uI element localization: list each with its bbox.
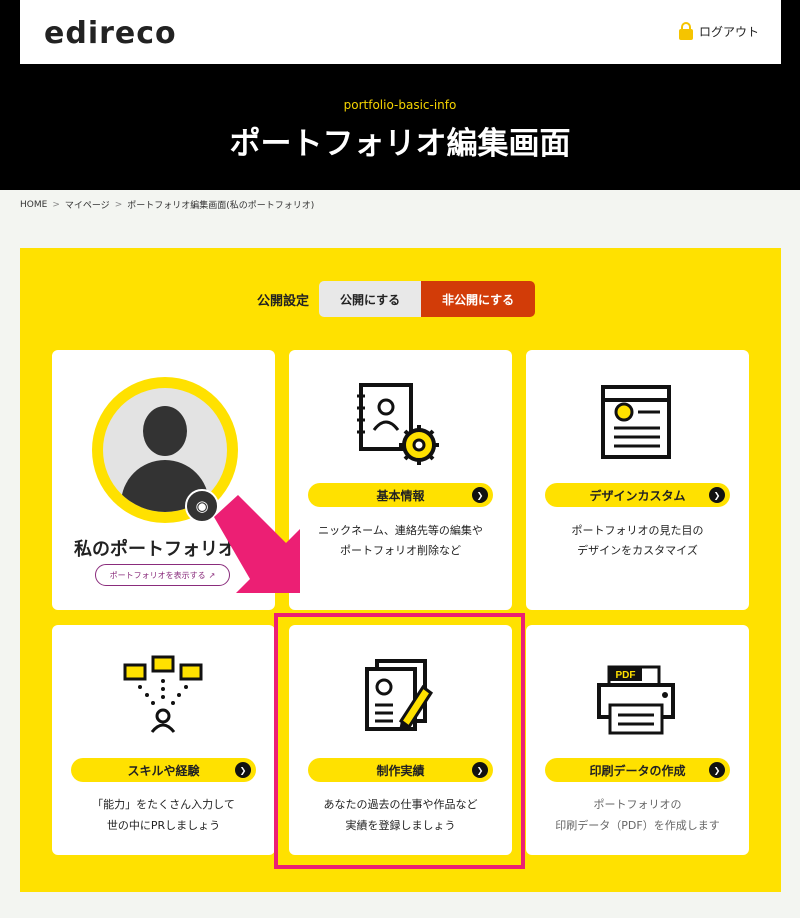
arrow-right-icon: ❯ bbox=[709, 487, 725, 503]
skills-desc-1: 「能力」をたくさん入力して bbox=[92, 798, 235, 811]
arrow-right-icon: ❯ bbox=[709, 762, 725, 778]
breadcrumb-mypage[interactable]: マイページ bbox=[65, 198, 110, 211]
basic-info-desc-1: ニックネーム、連絡先等の編集や bbox=[318, 524, 483, 537]
portfolio-title: 私のポートフォリオ bbox=[74, 539, 236, 560]
highlight-box bbox=[274, 613, 525, 869]
skills-desc-2: 世の中にPRしましょう bbox=[106, 819, 221, 832]
camera-icon[interactable]: ◉ bbox=[185, 489, 219, 523]
site-logo[interactable]: edireco bbox=[44, 16, 177, 51]
basic-info-button[interactable]: 基本情報 ❯ bbox=[308, 483, 493, 507]
profile-settings-icon bbox=[357, 383, 439, 465]
logout-link[interactable]: ログアウト bbox=[678, 22, 759, 40]
profile-card: ◉ 私のポートフォリオ ポートフォリオを表示する ↗ bbox=[52, 350, 275, 610]
design-page-icon bbox=[601, 385, 671, 459]
design-custom-desc-2: デザインをカスタマイズ bbox=[577, 544, 698, 557]
print-data-desc-1: ポートフォリオの bbox=[593, 798, 682, 811]
basic-info-label: 基本情報 bbox=[376, 488, 425, 503]
avatar-head bbox=[143, 406, 187, 456]
skills-label: スキルや経験 bbox=[127, 763, 200, 778]
print-data-label: 印刷データの作成 bbox=[589, 763, 686, 778]
print-data-button[interactable]: 印刷データの作成 ❯ bbox=[545, 758, 730, 782]
logout-label: ログアウト bbox=[698, 24, 759, 39]
arrow-right-icon: ❯ bbox=[235, 762, 251, 778]
card-skills[interactable]: スキルや経験 ❯ 「能力」をたくさん入力して 世の中にPRしましょう bbox=[52, 625, 275, 855]
private-button[interactable]: 非公開にする bbox=[421, 281, 536, 317]
page-subtitle: portfolio-basic-info bbox=[343, 98, 457, 112]
breadcrumb-separator: > bbox=[114, 199, 123, 210]
card-basic-info[interactable]: 基本情報 ❯ ニックネーム、連絡先等の編集や ポートフォリオ削除など bbox=[289, 350, 512, 610]
card-design-custom[interactable]: デザインカスタム ❯ ポートフォリオの見た目の デザインをカスタマイズ bbox=[526, 350, 749, 610]
public-button[interactable]: 公開にする bbox=[319, 281, 422, 317]
design-custom-label: デザインカスタム bbox=[589, 488, 686, 503]
page-header: edireco ログアウト portfolio-basic-info ポートフォ… bbox=[0, 0, 800, 190]
skills-button[interactable]: スキルや経験 ❯ bbox=[71, 758, 256, 782]
breadcrumb-home[interactable]: HOME bbox=[20, 200, 47, 210]
card-print-data[interactable]: PDF 印刷データの作成 ❯ ポートフォリオの 印刷データ（PDF）を作成します bbox=[526, 625, 749, 855]
design-custom-button[interactable]: デザインカスタム ❯ bbox=[545, 483, 730, 507]
page-title: ポートフォリオ編集画面 bbox=[229, 126, 571, 162]
print-data-desc-2: 印刷データ（PDF）を作成します bbox=[555, 819, 720, 832]
lock-icon bbox=[678, 22, 693, 40]
breadcrumb: HOME > マイページ > ポートフォリオ編集画面(私のポートフォリオ) bbox=[20, 198, 315, 212]
pdf-printer-icon: PDF bbox=[597, 665, 675, 735]
visibility-setting: 公開設定 公開にする 非公開にする bbox=[257, 281, 536, 317]
pdf-label: PDF bbox=[616, 670, 636, 681]
breadcrumb-separator: > bbox=[52, 199, 60, 210]
view-portfolio-button[interactable]: ポートフォリオを表示する ↗ bbox=[95, 564, 230, 586]
external-link-icon: ↗ bbox=[208, 570, 216, 580]
view-portfolio-label: ポートフォリオを表示する bbox=[109, 570, 206, 580]
arrow-right-icon: ❯ bbox=[472, 487, 488, 503]
visibility-label: 公開設定 bbox=[257, 293, 310, 309]
design-custom-desc-1: ポートフォリオの見た目の bbox=[571, 524, 704, 537]
top-bar: edireco ログアウト bbox=[20, 0, 781, 64]
breadcrumb-current: ポートフォリオ編集画面(私のポートフォリオ) bbox=[127, 201, 315, 211]
skills-network-icon bbox=[123, 655, 203, 733]
basic-info-desc-2: ポートフォリオ削除など bbox=[340, 544, 461, 557]
